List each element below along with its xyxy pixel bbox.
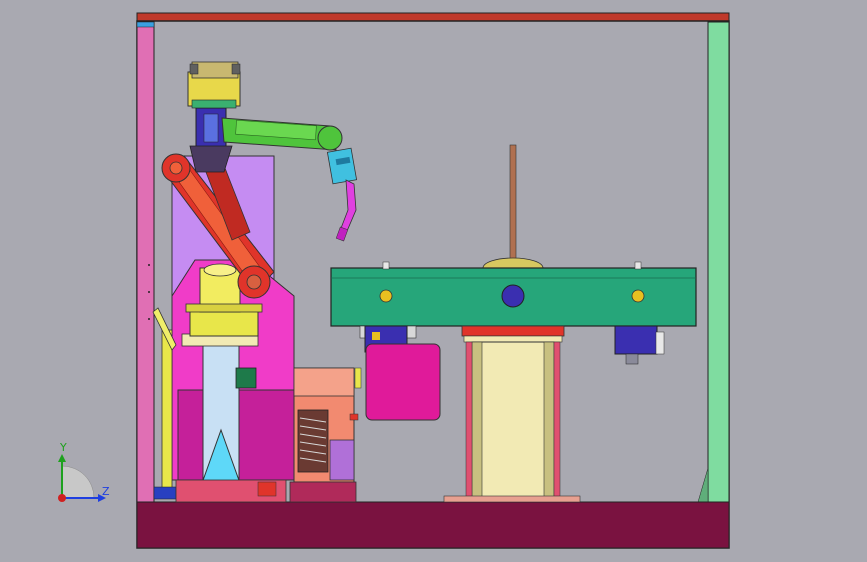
controller-cabinet [289,367,362,503]
left-stand-blue [153,486,177,500]
positioner-rod [509,144,517,271]
top-housing-lid [191,61,239,79]
magenta-panel [365,343,441,421]
cabinet-small-red [349,413,359,421]
positioner-pedestal [443,325,581,503]
cad-viewport[interactable]: Y Z [0,0,867,562]
top-housing-band [191,99,237,109]
frame-right-post [707,21,730,503]
frame-left-post [136,21,155,503]
right-motor [614,325,658,355]
pedestal-green-box [235,367,257,389]
turret-lower [189,309,259,337]
cabinet-badge [354,367,362,389]
pedestal-base-red [257,481,277,497]
y-axis-arrow [58,454,66,462]
cabinet-side-panel [329,439,355,481]
wrist-joint [317,125,343,151]
triad-quadrant [61,465,95,499]
pedestal-body [471,341,555,499]
cabinet-vent [297,409,329,473]
frame-left-cap [136,21,155,28]
robot-cell-model[interactable] [0,0,867,562]
turret-ring [185,303,263,313]
table-hole-left [379,289,393,303]
cabinet-plinth [289,481,357,503]
frame-top-beam [136,12,730,22]
coordinate-triad: Y Z [40,438,120,518]
left-column-yellow [161,329,173,496]
turret-cap [203,263,237,277]
table-hub [501,284,525,308]
x-axis-origin [58,494,66,502]
cabinet-top [293,367,355,397]
torch-mount [326,147,358,185]
table-hole-right [631,289,645,303]
y-axis-label: Y [60,441,67,454]
pedestal-top-plate [461,325,565,337]
floor-base [136,501,730,549]
z-axis-label: Z [102,485,110,498]
pedestal-foot [443,495,581,503]
frame-right-gusset [697,467,709,503]
